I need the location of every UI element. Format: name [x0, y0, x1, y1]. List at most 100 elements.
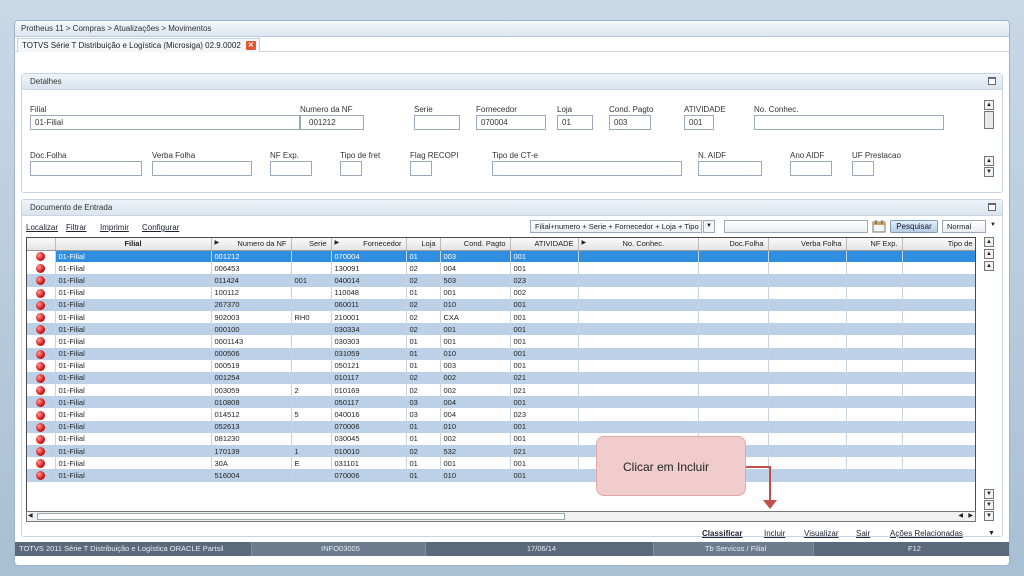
scroll-up-icon[interactable]: ▲ [984, 100, 994, 110]
col-tipo[interactable]: Tipo de [902, 238, 975, 251]
minimize-icon[interactable] [988, 203, 996, 211]
scroll-down-icon[interactable]: ▼ [984, 167, 994, 177]
status-legend-icon[interactable] [36, 410, 46, 420]
doc-folha-input[interactable] [30, 161, 142, 176]
table-row[interactable]: 01-Filial 170139 1 010010 02 532 021 [27, 445, 975, 458]
status-legend-icon[interactable] [36, 422, 46, 432]
table-row[interactable]: 01-Filial 001212 070004 01 003 001 [27, 250, 975, 263]
n-aidf-input[interactable] [698, 161, 762, 176]
tipo-cte-input[interactable] [492, 161, 682, 176]
table-row[interactable]: 01-Filial 014512 5 040016 03 004 023 [27, 408, 975, 421]
col-verba-folha[interactable]: Verba Folha [768, 238, 847, 251]
classificar-link[interactable]: Classificar [702, 529, 742, 538]
status-legend-icon[interactable] [36, 386, 46, 396]
col-atividade[interactable]: ATIVIDADE [510, 238, 579, 251]
table-row[interactable]: 01-Filial 30A E 031101 01 001 001 [27, 457, 975, 470]
col-nf-exp[interactable]: NF Exp. [846, 238, 903, 251]
table-row[interactable]: 01-Filial 000506 031059 01 010 001 [27, 347, 975, 360]
table-row[interactable]: 01-Filial 000519 050121 01 003 001 [27, 359, 975, 372]
chevron-down-icon[interactable]: ▼ [988, 530, 995, 537]
table-row[interactable]: 01-Filial 267370 060011 02 010 001 [27, 298, 975, 311]
status-legend-icon[interactable] [36, 276, 46, 286]
no-conhec-input[interactable] [754, 115, 944, 130]
status-legend-icon[interactable] [36, 325, 46, 335]
status-legend-icon[interactable] [36, 264, 46, 274]
scroll-left-icon[interactable]: ◀ [28, 512, 33, 521]
nf-exp-input[interactable] [270, 161, 312, 176]
status-legend-icon[interactable] [36, 288, 46, 298]
col-filial[interactable]: Filial [55, 238, 212, 251]
incluir-link[interactable]: Incluir [764, 529, 785, 538]
table-row[interactable]: 01-Filial 006453 130091 02 004 001 [27, 262, 975, 275]
acoes-relacionadas-link[interactable]: Ações Relacionadas [890, 529, 963, 538]
filial-input[interactable]: 01-Filial [30, 115, 300, 130]
scroll-down-icon[interactable]: ▼ [984, 500, 994, 510]
scroll-up-icon[interactable]: ▲ [984, 249, 994, 259]
status-legend-icon[interactable] [36, 459, 46, 469]
col-doc-folha[interactable]: Doc.Folha [698, 238, 769, 251]
table-row[interactable]: 01-Filial 902003 RH0 210001 02 CXA 001 [27, 310, 975, 324]
atividade-input[interactable]: 001 [684, 115, 714, 130]
flag-recopi-input[interactable] [410, 161, 432, 176]
horizontal-scrollbar[interactable]: ◀ ◀ ▶ [26, 511, 976, 522]
serie-input[interactable] [414, 115, 460, 130]
calendar-icon[interactable] [872, 219, 886, 233]
sair-link[interactable]: Sair [856, 529, 870, 538]
search-input[interactable] [724, 220, 868, 233]
table-row[interactable]: 01-Filial 052613 070006 01 010 001 [27, 420, 975, 433]
col-fornecedor[interactable]: ▶ Fornecedor [331, 238, 407, 251]
scroll-track[interactable] [984, 111, 994, 129]
status-legend-icon[interactable] [36, 313, 46, 323]
uf-prestacao-input[interactable] [852, 161, 874, 176]
table-row[interactable]: 01-Filial 010808 050117 03 004 001 [27, 396, 975, 409]
chevron-down-icon[interactable]: ▼ [703, 220, 715, 233]
fornecedor-input[interactable]: 070004 [476, 115, 546, 130]
status-legend-icon[interactable] [36, 300, 46, 310]
table-row[interactable]: 01-Filial 516004 070006 01 010 001 [27, 469, 975, 482]
scroll-down-icon[interactable]: ▼ [984, 489, 994, 499]
close-icon[interactable]: ✕ [245, 41, 256, 50]
status-legend-icon[interactable] [36, 349, 46, 359]
chevron-down-icon[interactable]: ▼ [987, 220, 999, 233]
status-legend-icon[interactable] [36, 434, 46, 444]
status-legend-icon[interactable] [36, 373, 46, 383]
visualizar-link[interactable]: Visualizar [804, 529, 839, 538]
col-serie[interactable]: Serie [291, 238, 332, 251]
status-legend-icon[interactable] [36, 398, 46, 408]
status-legend-icon[interactable] [36, 337, 46, 347]
table-row[interactable]: 01-Filial 081230 030045 01 002 001 [27, 432, 975, 445]
scroll-down-icon[interactable]: ▼ [984, 511, 994, 521]
minimize-icon[interactable] [988, 77, 996, 85]
scroll-up-icon[interactable]: ▲ [984, 237, 994, 247]
col-cond-pagto[interactable]: Cond. Pagto [440, 238, 511, 251]
table-row[interactable]: 01-Filial 001254 010117 02 002 021 [27, 371, 975, 385]
status-legend-icon[interactable] [36, 252, 46, 262]
loja-input[interactable]: 01 [557, 115, 593, 130]
table-row[interactable]: 01-Filial 0001143 030303 01 001 001 [27, 335, 975, 348]
table-row[interactable]: 01-Filial 011424 001 040014 02 503 023 [27, 274, 975, 287]
table-row[interactable]: 01-Filial 100112 110048 01 001 002 [27, 286, 975, 299]
col-numero-nf[interactable]: ▶ Numero da NF [211, 238, 292, 251]
status-legend-icon[interactable] [36, 447, 46, 457]
status-legend-icon[interactable] [36, 361, 46, 371]
scroll-left-icon[interactable]: ◀ [958, 512, 963, 521]
col-loja[interactable]: Loja [406, 238, 441, 251]
documents-grid[interactable]: Filial ▶ Numero da NF Serie ▶ Fornecedor L… [26, 237, 976, 512]
table-row[interactable]: 01-Filial 000100 030334 02 001 001 [27, 323, 975, 336]
scroll-right-icon[interactable]: ▶ [968, 512, 973, 521]
numero-nf-input[interactable]: 001212 [300, 115, 364, 130]
scroll-up-icon[interactable]: ▲ [984, 156, 994, 166]
scroll-up-icon[interactable]: ▲ [984, 261, 994, 271]
ano-aidf-input[interactable] [790, 161, 832, 176]
status-legend-icon[interactable] [36, 471, 46, 481]
configurar-link[interactable]: Configurar [142, 223, 179, 232]
tipo-fret-input[interactable] [340, 161, 362, 176]
cond-pagto-input[interactable]: 003 [609, 115, 651, 130]
pesquisar-button[interactable]: Pesquisar [890, 220, 938, 233]
index-select[interactable]: Filial+numero + Serie + Fornecedor + Loj… [530, 220, 702, 233]
table-row[interactable]: 01-Filial 003059 2 010169 02 002 021 [27, 384, 975, 397]
col-no-conhec[interactable]: ▶ No. Conhec. [578, 238, 699, 251]
localizar-link[interactable]: Localizar [26, 223, 58, 232]
filtrar-link[interactable]: Filtrar [66, 223, 86, 232]
tab-main[interactable]: TOTVS Série T Distribuição e Logística (… [17, 38, 260, 52]
